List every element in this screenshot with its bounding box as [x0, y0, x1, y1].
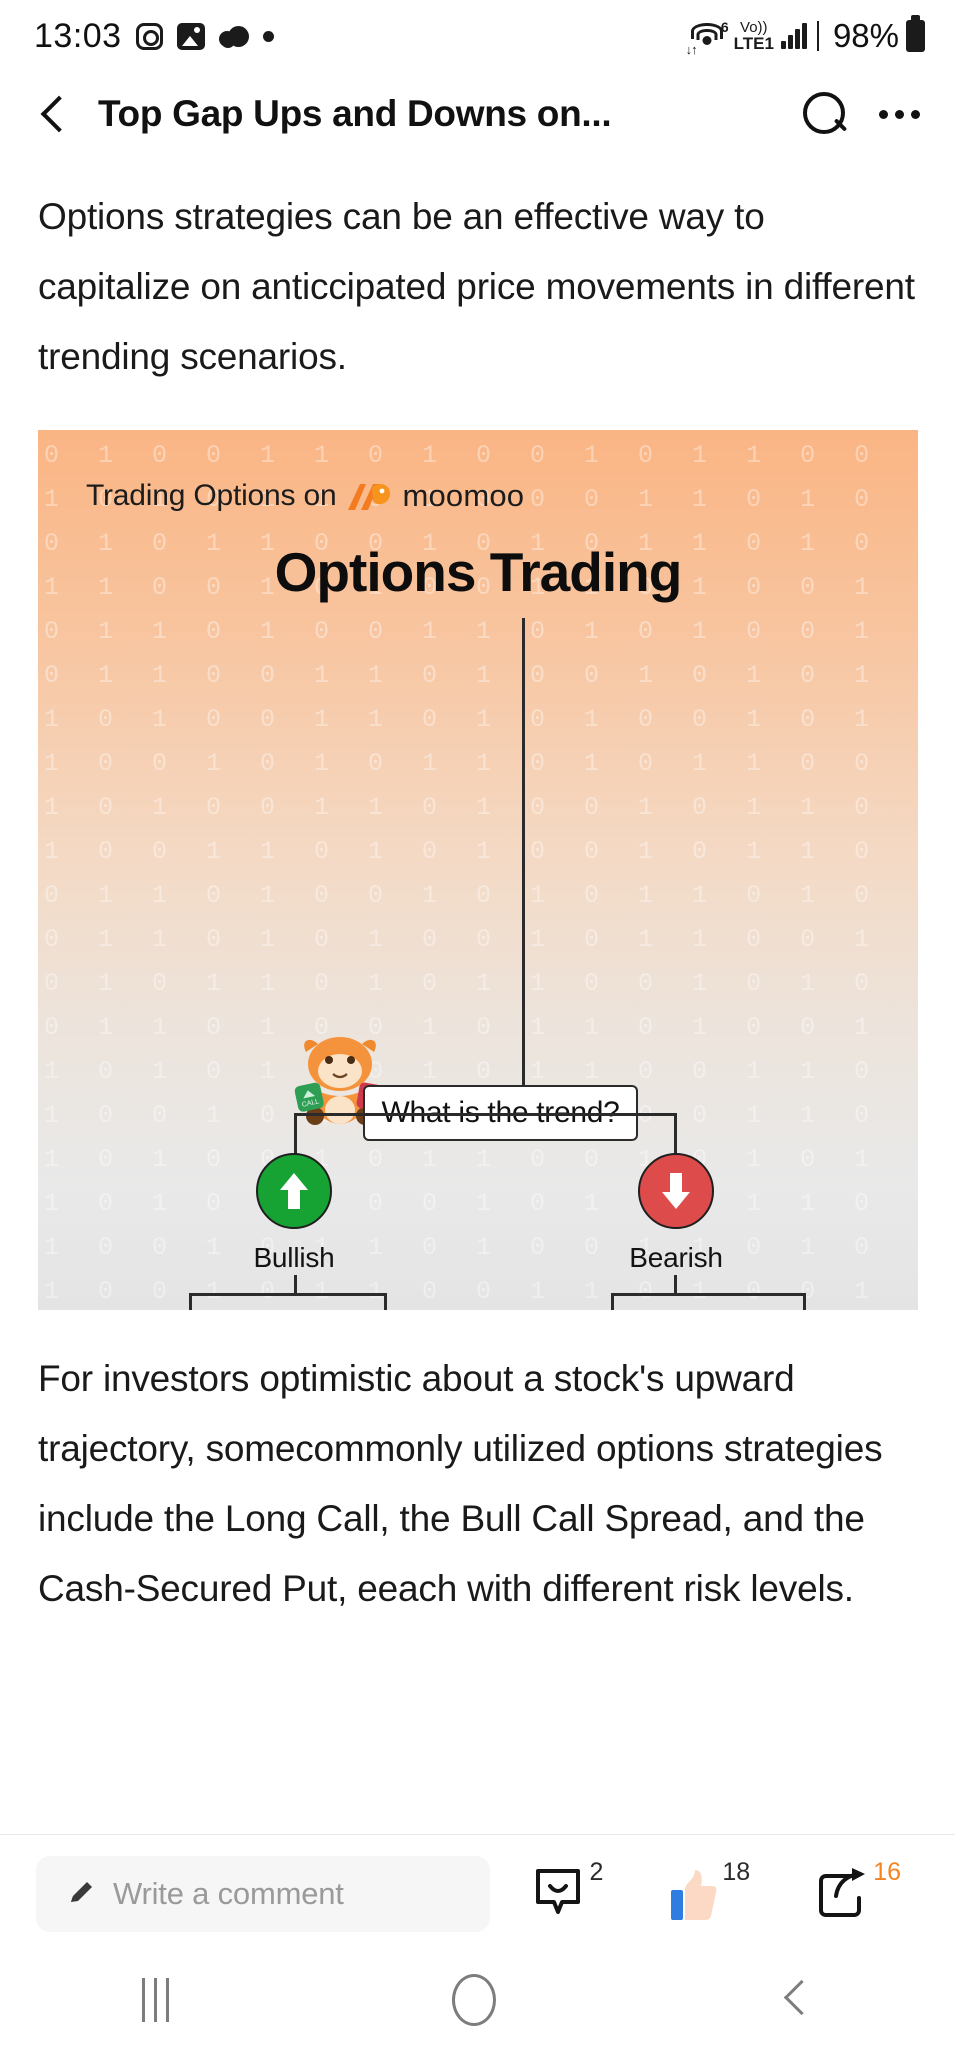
- page-title: Top Gap Ups and Downs on...: [98, 93, 612, 134]
- search-icon[interactable]: [797, 87, 851, 141]
- like-button[interactable]: 18: [669, 1858, 750, 1922]
- status-bar-right: 6 ↓↑ Vo)) LTE1 98%: [685, 15, 925, 57]
- wifi-generation-label: 6: [720, 19, 729, 35]
- infographic-title: Options Trading: [274, 541, 683, 603]
- share-button[interactable]: 16: [816, 1858, 901, 1920]
- brand-prefix-label: Trading Options on: [86, 479, 337, 512]
- connector-bullish-split-stem: [294, 1275, 297, 1293]
- bullish-label: Bullish: [253, 1242, 335, 1273]
- connector-branch-horizontal: [294, 1113, 676, 1116]
- more-options-icon[interactable]: [871, 94, 927, 134]
- connector-title-to-question: [522, 618, 525, 1098]
- brand-name-label: moomoo: [402, 478, 525, 513]
- signal-divider: [816, 21, 819, 51]
- signal-bars-icon: [780, 23, 807, 49]
- bullish-node: [256, 1153, 332, 1229]
- connector-outcome-4-drop: [803, 1293, 806, 1310]
- recents-button[interactable]: [141, 1978, 169, 2022]
- cloud-icon: [218, 25, 249, 48]
- connector-bearish-split-stem: [674, 1275, 677, 1293]
- comment-bubble-icon: [532, 1866, 584, 1918]
- arrow-up-icon: [280, 1173, 308, 1209]
- connector-bullish-down: [294, 1113, 297, 1155]
- comment-placeholder-label: Write a comment: [113, 1875, 344, 1911]
- status-bar-clock: 13:03: [34, 16, 122, 55]
- dot-icon: [262, 30, 274, 42]
- volte-icon: Vo)) LTE1: [734, 20, 774, 52]
- status-bar-left: 13:03: [34, 17, 274, 56]
- article-paragraph-1: Options strategies can be an effective w…: [38, 196, 915, 377]
- back-button[interactable]: [779, 1983, 813, 2017]
- like-count: 18: [722, 1857, 751, 1886]
- action-buttons: 2 18 16: [532, 1858, 919, 1922]
- connector-bearish-down: [674, 1113, 677, 1155]
- article-body: Options strategies can be an effective w…: [0, 182, 955, 1624]
- comment-count: 2: [589, 1857, 604, 1886]
- battery-percent-label: 98%: [832, 17, 899, 54]
- connector-outcome-1-drop: [189, 1293, 192, 1310]
- connector-outcome-2-drop: [384, 1293, 387, 1310]
- image-icon: [176, 22, 205, 50]
- app-header: Top Gap Ups and Downs on...: [0, 72, 955, 156]
- network-type-label: LTE1: [733, 34, 774, 53]
- options-trading-infographic[interactable]: 0 1 0 0 1 1 0 1 0 0 1 0 1 1 0 0 1 0 1 0 …: [38, 430, 918, 1310]
- comment-action-bar: Write a comment 2 18 16: [0, 1834, 955, 1952]
- thumbs-up-icon: [669, 1866, 717, 1922]
- wifi-traffic-arrows-icon: ↓↑: [685, 42, 698, 57]
- bearish-node: [638, 1153, 714, 1229]
- connector-bullish-split-bar: [189, 1293, 387, 1296]
- share-count: 16: [873, 1857, 901, 1886]
- comment-button[interactable]: 2: [532, 1858, 603, 1918]
- write-comment-input[interactable]: Write a comment: [36, 1855, 490, 1932]
- instagram-icon: [135, 22, 163, 50]
- share-icon: [816, 1866, 868, 1920]
- android-navigation-bar: [0, 1952, 955, 2048]
- moomoo-logo-icon: [346, 480, 392, 512]
- bearish-label: Bearish: [629, 1242, 723, 1273]
- infographic-brand: Trading Options on moomoo: [86, 478, 524, 514]
- battery-icon: [906, 15, 925, 52]
- volte-label: Vo)): [740, 19, 768, 36]
- back-chevron-icon[interactable]: [30, 91, 76, 137]
- connector-outcome-3-drop: [611, 1293, 614, 1310]
- pencil-icon: [66, 1878, 97, 1909]
- wifi-icon: 6 ↓↑: [685, 19, 729, 57]
- connector-bearish-split-bar: [611, 1293, 806, 1296]
- arrow-down-icon: [662, 1173, 690, 1209]
- home-button[interactable]: [451, 1974, 496, 2026]
- status-bar: 13:03 6 ↓↑ Vo)) LTE1 98%: [0, 0, 955, 72]
- article-paragraph-2: For investors optimistic about a stock's…: [38, 1358, 883, 1609]
